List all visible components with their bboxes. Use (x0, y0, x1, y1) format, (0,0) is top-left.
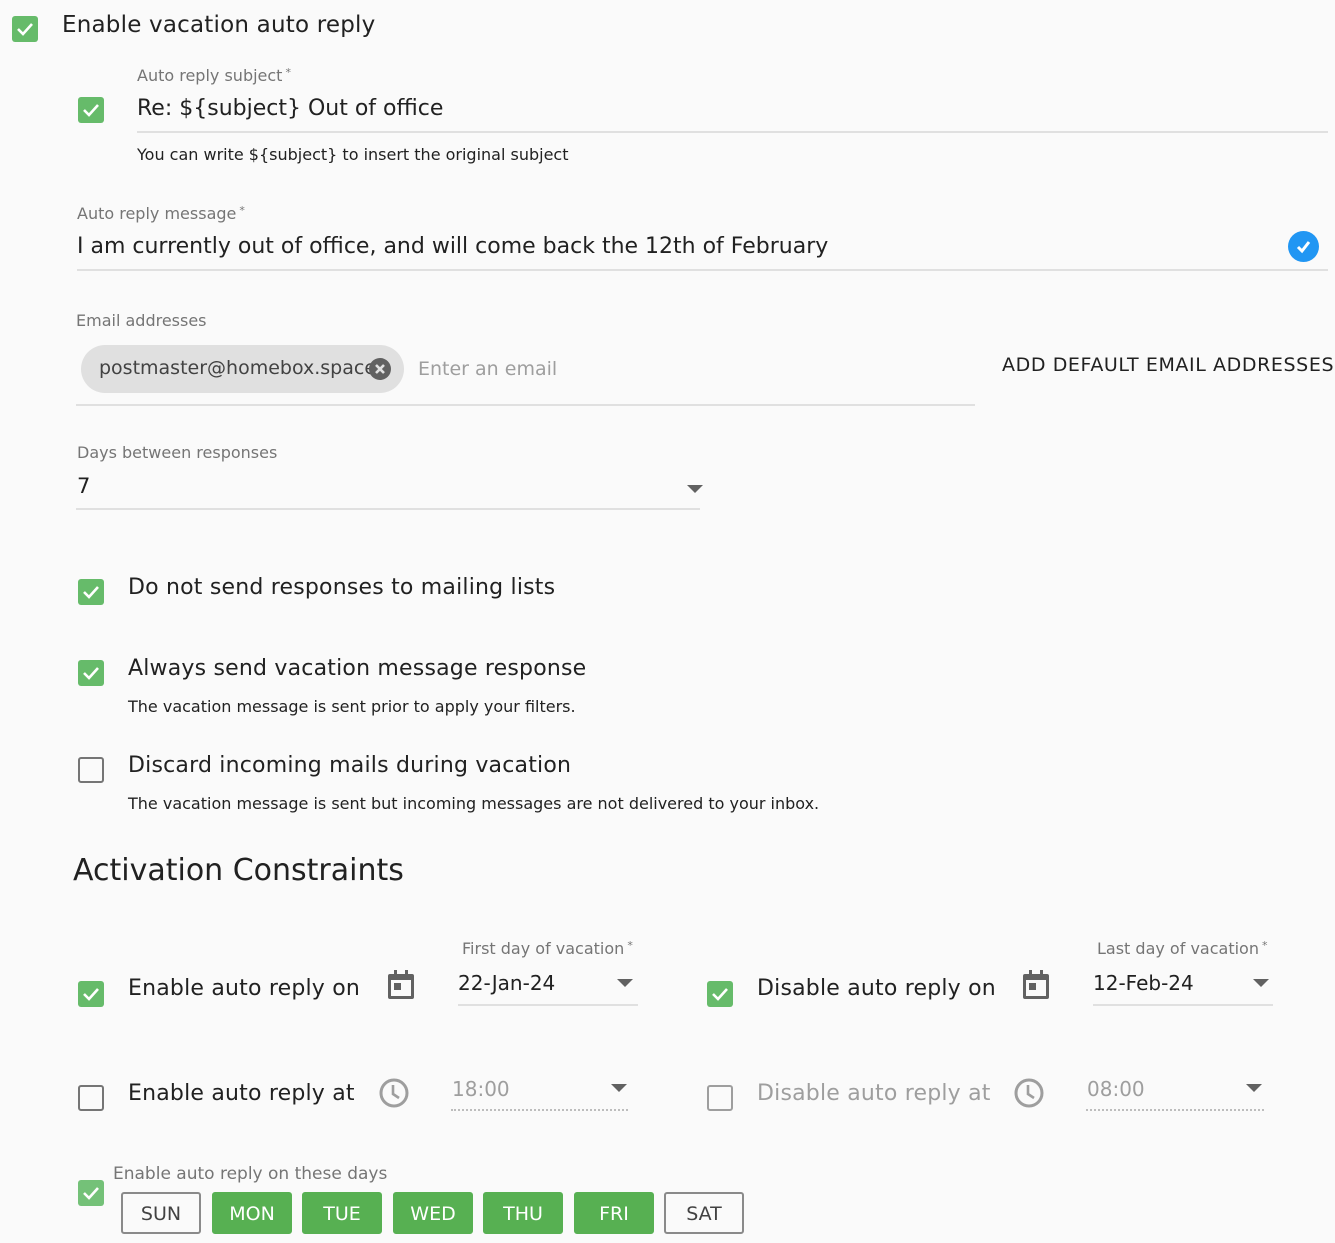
dropdown-caret-icon[interactable] (617, 979, 633, 987)
days-between-underline (76, 508, 700, 510)
enable-vacation-label: Enable vacation auto reply (62, 12, 376, 38)
last-day-underline (1093, 1004, 1273, 1006)
discard-label: Discard incoming mails during vacation (128, 753, 572, 778)
remove-chip-icon[interactable] (369, 358, 391, 380)
message-underline (77, 269, 1328, 271)
days-checkbox[interactable] (78, 1180, 104, 1206)
calendar-icon[interactable] (1022, 970, 1050, 1000)
checkmark-icon (83, 1187, 99, 1200)
checkmark-icon (83, 667, 99, 680)
always-send-hint: The vacation message is sent prior to ap… (128, 697, 576, 716)
days-between-label: Days between responses (77, 443, 278, 462)
dropdown-caret-icon[interactable] (687, 485, 703, 493)
day-toggle-sat[interactable]: SAT (664, 1192, 744, 1234)
discard-checkbox[interactable] (78, 757, 104, 783)
day-toggle-wed[interactable]: WED (393, 1192, 473, 1234)
mailing-lists-checkbox[interactable] (78, 579, 104, 605)
enable-on-label: Enable auto reply on (128, 976, 361, 1001)
disable-on-label: Disable auto reply on (757, 976, 996, 1001)
add-default-emails-button[interactable]: ADD DEFAULT EMAIL ADDRESSES (990, 350, 1335, 380)
last-day-select[interactable]: 12-Feb-24 (1093, 971, 1194, 995)
calendar-icon[interactable] (387, 970, 415, 1000)
mailing-lists-label: Do not send responses to mailing lists (128, 575, 556, 600)
days-label: Enable auto reply on these days (113, 1164, 388, 1184)
subject-label: Auto reply subject * (137, 66, 291, 85)
disable-at-checkbox[interactable] (707, 1085, 733, 1111)
disable-at-label: Disable auto reply at (757, 1081, 991, 1106)
day-toggle-mon[interactable]: MON (212, 1192, 292, 1234)
discard-hint: The vacation message is sent but incomin… (128, 794, 820, 813)
subject-checkbox[interactable] (78, 97, 104, 123)
always-send-checkbox[interactable] (78, 660, 104, 686)
required-mark: * (1261, 939, 1268, 952)
always-send-label: Always send vacation message response (128, 656, 587, 681)
enable-at-checkbox[interactable] (78, 1085, 104, 1111)
required-mark: * (285, 66, 291, 79)
subject-input[interactable]: Re: ${subject} Out of office (137, 96, 443, 121)
activation-constraints-title: Activation Constraints (73, 853, 404, 888)
email-underline (76, 404, 975, 406)
last-day-label-text: Last day of vacation (1097, 939, 1259, 958)
last-day-label: Last day of vacation * (1097, 939, 1267, 958)
first-day-label: First day of vacation * (462, 939, 633, 958)
checkmark-icon (83, 104, 99, 117)
days-between-select[interactable]: 7 (77, 474, 90, 498)
enable-at-select[interactable]: 18:00 (452, 1077, 510, 1101)
message-input[interactable]: I am currently out of office, and will c… (77, 234, 828, 259)
message-label: Auto reply message * (77, 204, 245, 223)
enable-at-label: Enable auto reply at (128, 1081, 355, 1106)
disable-at-select[interactable]: 08:00 (1087, 1077, 1145, 1101)
first-day-label-text: First day of vacation (462, 939, 625, 958)
first-day-underline (458, 1004, 638, 1006)
checkmark-icon (83, 586, 99, 599)
subject-label-text: Auto reply subject (137, 66, 283, 85)
dropdown-caret-icon[interactable] (611, 1084, 627, 1092)
message-label-text: Auto reply message (77, 204, 237, 223)
check-circle-icon (1288, 231, 1319, 262)
required-mark: * (239, 204, 245, 217)
clock-icon[interactable] (1013, 1077, 1045, 1109)
enable-on-checkbox[interactable] (78, 981, 104, 1007)
checkmark-icon (712, 988, 728, 1001)
subject-underline (137, 131, 1328, 133)
day-toggle-thu[interactable]: THU (483, 1192, 563, 1234)
email-input[interactable] (418, 352, 958, 386)
email-addresses-label: Email addresses (76, 311, 207, 330)
required-mark: * (627, 939, 633, 952)
dropdown-caret-icon[interactable] (1246, 1084, 1262, 1092)
checkmark-icon (83, 988, 99, 1001)
disable-on-checkbox[interactable] (707, 981, 733, 1007)
email-chip[interactable]: postmaster@homebox.space (81, 345, 404, 393)
enable-at-underline (451, 1109, 628, 1111)
day-toggle-sun[interactable]: SUN (121, 1192, 201, 1234)
checkmark-icon (17, 23, 33, 36)
dropdown-caret-icon[interactable] (1253, 979, 1269, 987)
clock-icon[interactable] (378, 1077, 410, 1109)
email-chip-text: postmaster@homebox.space (99, 357, 377, 379)
day-toggle-fri[interactable]: FRI (574, 1192, 654, 1234)
day-toggle-tue[interactable]: TUE (302, 1192, 382, 1234)
disable-at-underline (1086, 1109, 1264, 1111)
first-day-select[interactable]: 22-Jan-24 (458, 971, 555, 995)
subject-hint: You can write ${subject} to insert the o… (137, 145, 569, 164)
enable-vacation-checkbox[interactable] (12, 16, 38, 42)
